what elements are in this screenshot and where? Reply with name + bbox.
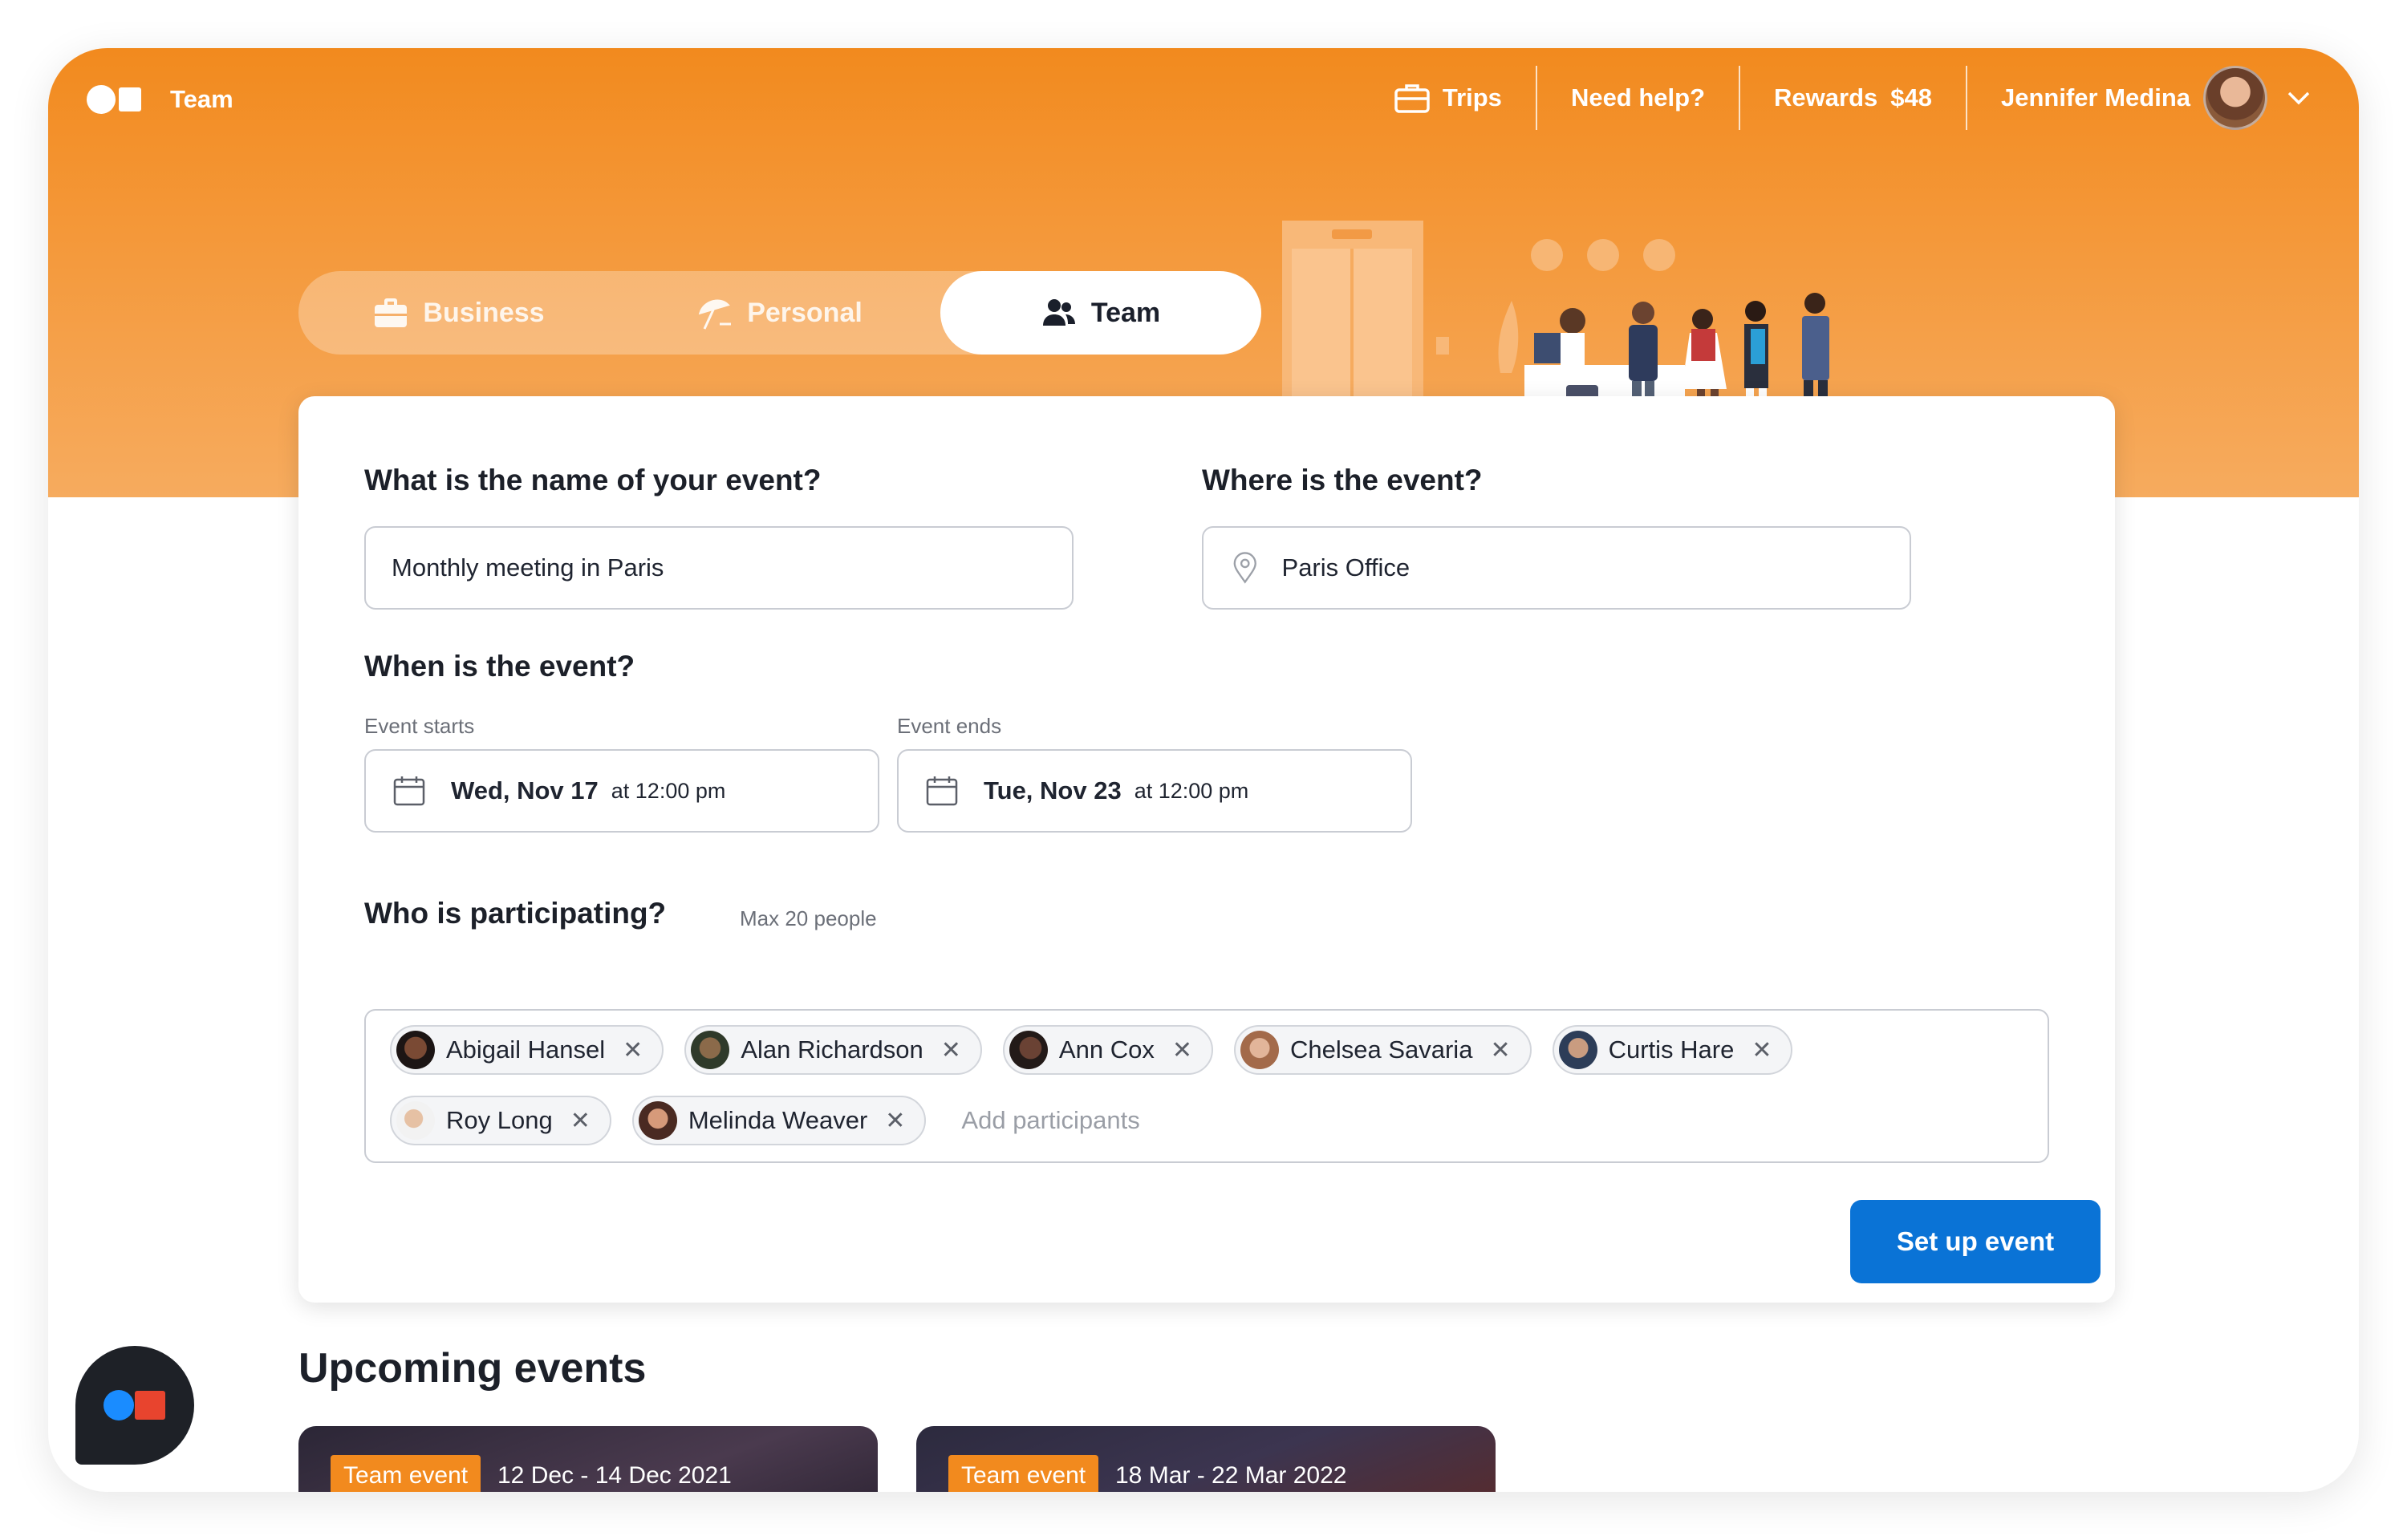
tab-business[interactable]: Business	[298, 271, 619, 355]
participant-name: Ann Cox	[1058, 1035, 1155, 1064]
upcoming-event-card[interactable]: Team event 18 Mar - 22 Mar 2022	[916, 1426, 1496, 1492]
calendar-icon	[926, 776, 958, 806]
user-avatar	[2203, 66, 2267, 130]
beach-umbrella-icon	[698, 299, 732, 330]
start-date-field[interactable]: Wed, Nov 17 at 12:00 pm	[364, 749, 879, 833]
participants-question: Who is participating?	[364, 897, 667, 930]
when-question: When is the event?	[364, 650, 635, 683]
event-name-input[interactable]	[392, 553, 1072, 582]
participant-name: Abigail Hansel	[446, 1035, 606, 1064]
end-label: Event ends	[897, 714, 1002, 738]
avatar	[638, 1101, 677, 1140]
participant-name: Curtis Hare	[1608, 1035, 1735, 1064]
event-type-badge: Team event	[948, 1455, 1099, 1492]
nav-trips[interactable]: Trips	[1361, 66, 1536, 130]
participant-chip[interactable]: Roy Long ✕	[390, 1096, 611, 1145]
tab-personal[interactable]: Personal	[619, 271, 940, 355]
user-name: Jennifer Medina	[2001, 83, 2190, 111]
brand-logo[interactable]: Team	[87, 85, 233, 114]
nav-rewards-label: Rewards	[1774, 83, 1878, 111]
chevron-down-icon	[2280, 79, 2317, 116]
nav-help[interactable]: Need help?	[1537, 66, 1739, 130]
chat-logo-icon	[104, 1390, 165, 1420]
participant-name: Roy Long	[446, 1106, 553, 1134]
remove-icon[interactable]: ✕	[1490, 1036, 1510, 1064]
event-name-field[interactable]	[364, 526, 1074, 610]
location-field[interactable]	[1202, 526, 1911, 610]
event-dates: 12 Dec - 14 Dec 2021	[497, 1462, 732, 1489]
participant-name: Melinda Weaver	[688, 1106, 868, 1134]
avatar	[1240, 1031, 1279, 1069]
avatar	[396, 1031, 435, 1069]
participant-chip[interactable]: Abigail Hansel ✕	[390, 1025, 664, 1075]
tab-team-label: Team	[1090, 297, 1161, 328]
end-time: at 12:00 pm	[1134, 778, 1249, 803]
remove-icon[interactable]: ✕	[885, 1107, 905, 1135]
calendar-icon	[393, 776, 425, 806]
participant-name: Chelsea Savaria	[1289, 1035, 1473, 1064]
event-name-question: What is the name of your event?	[364, 464, 822, 496]
event-type-badge: Team event	[331, 1455, 481, 1492]
app-window: Team Trips Need help? Rewards $48 Jennif…	[48, 48, 2359, 1492]
location-question: Where is the event?	[1202, 464, 1483, 496]
people-icon	[1042, 299, 1075, 326]
user-menu[interactable]: Jennifer Medina	[1967, 66, 2317, 130]
participant-name: Alan Richardson	[741, 1035, 923, 1064]
start-label: Event starts	[364, 714, 475, 738]
start-time: at 12:00 pm	[611, 778, 726, 803]
set-up-event-button[interactable]: Set up event	[1850, 1200, 2101, 1283]
remove-icon[interactable]: ✕	[1172, 1036, 1192, 1064]
end-date-field[interactable]: Tue, Nov 23 at 12:00 pm	[897, 749, 1412, 833]
suitcase-icon	[1394, 84, 1430, 113]
location-pin-icon	[1233, 552, 1256, 584]
remove-icon[interactable]: ✕	[941, 1036, 961, 1064]
remove-icon[interactable]: ✕	[1751, 1036, 1772, 1064]
avatar	[1009, 1031, 1048, 1069]
tab-personal-label: Personal	[747, 297, 863, 328]
end-date: Tue, Nov 23	[984, 776, 1122, 804]
remove-icon[interactable]: ✕	[570, 1107, 591, 1135]
tab-team[interactable]: Team	[940, 271, 1261, 355]
avatar	[396, 1101, 435, 1140]
event-dates: 18 Mar - 22 Mar 2022	[1115, 1462, 1347, 1489]
participant-chip[interactable]: Curtis Hare ✕	[1552, 1025, 1793, 1075]
upcoming-event-card[interactable]: Team event 12 Dec - 14 Dec 2021	[298, 1426, 878, 1492]
participant-chip[interactable]: Melinda Weaver ✕	[631, 1096, 927, 1145]
briefcase-icon	[375, 298, 408, 327]
participants-hint: Max 20 people	[740, 906, 877, 930]
upcoming-events-title: Upcoming events	[298, 1345, 647, 1392]
participant-chip[interactable]: Alan Richardson ✕	[684, 1025, 982, 1075]
nav-rewards[interactable]: Rewards $48	[1740, 66, 1966, 130]
logo-icon	[87, 85, 141, 114]
participants-field[interactable]: Abigail Hansel ✕ Alan Richardson ✕ Ann C…	[364, 1009, 2049, 1163]
top-navigation: Trips Need help? Rewards $48 Jennifer Me…	[1361, 66, 2317, 130]
chat-support-button[interactable]	[75, 1346, 194, 1465]
avatar	[691, 1031, 730, 1069]
remove-icon[interactable]: ✕	[623, 1036, 643, 1064]
tab-business-label: Business	[423, 297, 545, 328]
nav-help-label: Need help?	[1570, 83, 1706, 111]
location-input[interactable]	[1281, 553, 1910, 582]
trip-type-tabs: Business Personal Team	[298, 271, 1261, 355]
app-name: Team	[170, 85, 233, 113]
avatar	[1558, 1031, 1597, 1069]
nav-trips-label: Trips	[1442, 83, 1502, 111]
nav-rewards-amount: $48	[1890, 83, 1932, 111]
participant-chip[interactable]: Ann Cox ✕	[1002, 1025, 1213, 1075]
create-event-form: What is the name of your event? Where is…	[298, 396, 2115, 1303]
add-participants-input[interactable]: Add participants	[947, 1096, 1139, 1145]
start-date: Wed, Nov 17	[451, 776, 599, 804]
participant-chip[interactable]: Chelsea Savaria ✕	[1233, 1025, 1532, 1075]
